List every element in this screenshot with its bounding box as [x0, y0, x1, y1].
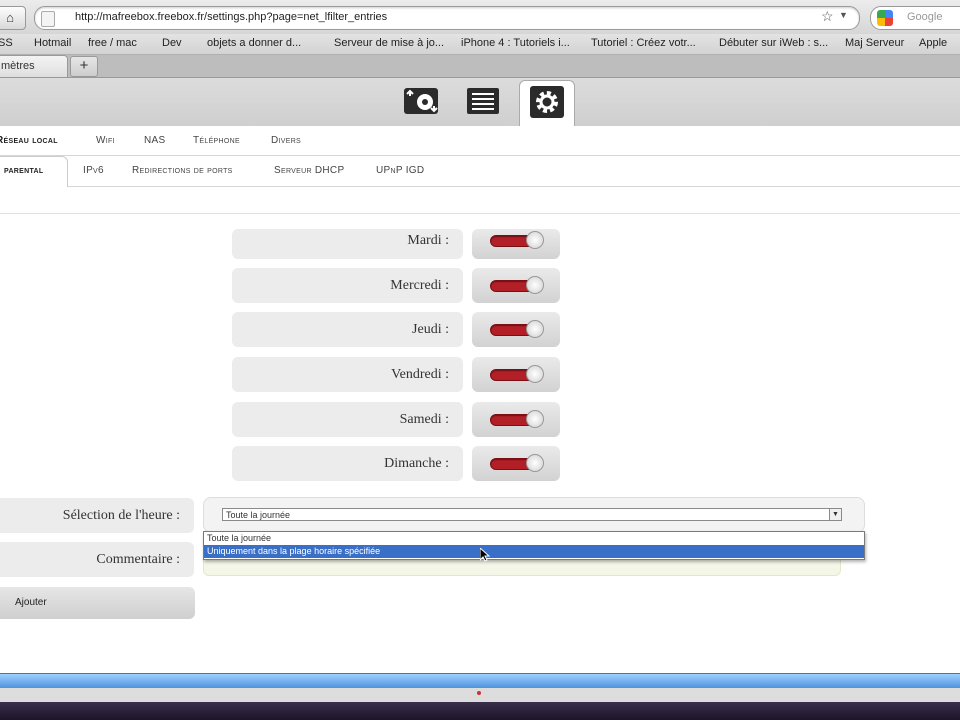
bookmark-item[interactable]: Débuter sur iWeb : s... — [719, 37, 828, 49]
comment-label: Commentaire : — [0, 542, 194, 577]
bookmark-star-icon[interactable]: ☆ — [821, 8, 834, 25]
tab-wifi[interactable]: Wifi — [96, 135, 115, 146]
day-label-dimanche: Dimanche : — [232, 446, 463, 481]
address-bar[interactable]: http://mafreebox.freebox.fr/settings.php… — [34, 6, 860, 30]
toggle-knob — [526, 454, 544, 472]
time-selection-dropdown: Toute la journée Uniquement dans la plag… — [203, 531, 865, 560]
status-dot-icon — [477, 691, 481, 695]
day-toggle-jeudi[interactable] — [472, 312, 560, 347]
downloads-icon[interactable] — [398, 82, 444, 122]
bookmark-item[interactable]: Maj Serveur — [845, 37, 904, 49]
bookmark-item[interactable]: Serveur de mise à jo... — [334, 37, 444, 49]
settings-tabs-primary: Réseau local Wifi NAS Téléphone Divers — [0, 126, 960, 156]
mouse-cursor-icon — [479, 546, 491, 567]
tab-serveur-dhcp[interactable]: Serveur DHCP — [274, 165, 344, 176]
bookmarks-bar: SS Hotmail free / mac Dev objets a donne… — [0, 34, 960, 55]
browser-tab[interactable]: mètres — [0, 55, 68, 77]
horizontal-scrollbar[interactable] — [0, 673, 960, 689]
toggle-knob — [526, 410, 544, 428]
content-header-band — [0, 187, 960, 214]
files-icon[interactable] — [460, 82, 506, 122]
time-selection-container: Toute la journée ▼ — [203, 497, 865, 533]
google-icon[interactable] — [877, 10, 893, 26]
bookmark-item[interactable]: Dev — [162, 37, 182, 49]
search-input[interactable]: Google — [870, 6, 960, 30]
settings-tabs-secondary: parental IPv6 Redirections de ports Serv… — [0, 156, 960, 187]
browser-toolbar: ⌂ http://mafreebox.freebox.fr/settings.p… — [0, 0, 960, 35]
day-toggle-dimanche[interactable] — [472, 446, 560, 481]
tab-redirections[interactable]: Redirections de ports — [132, 165, 233, 176]
bookmark-item[interactable]: Tutoriel : Créez votr... — [591, 37, 696, 49]
new-tab-button[interactable]: + — [70, 56, 98, 77]
select-value: Toute la journée — [226, 510, 291, 520]
day-label-jeudi: Jeudi : — [232, 312, 463, 347]
bookmark-item[interactable]: free / mac — [88, 37, 137, 49]
settings-gear-icon[interactable] — [519, 80, 575, 127]
toggle-knob — [526, 276, 544, 294]
toggle-knob — [526, 231, 544, 249]
day-label-mercredi: Mercredi : — [232, 268, 463, 303]
time-selection-select[interactable]: Toute la journée ▼ — [222, 508, 842, 521]
bookmark-item[interactable]: Hotmail — [34, 37, 71, 49]
status-strip — [0, 688, 960, 702]
time-selection-label: Sélection de l'heure : — [0, 498, 194, 533]
tab-upnp-igd[interactable]: UPnP IGD — [376, 165, 424, 176]
bookmark-item[interactable]: iPhone 4 : Tutoriels i... — [461, 37, 570, 49]
day-label-samedi: Samedi : — [232, 402, 463, 437]
day-toggle-vendredi[interactable] — [472, 357, 560, 392]
day-label-vendredi: Vendredi : — [232, 357, 463, 392]
toggle-knob — [526, 365, 544, 383]
section-icon-strip — [0, 78, 960, 127]
bookmark-item[interactable]: objets a donner d... — [207, 37, 301, 49]
tab-ipv6[interactable]: IPv6 — [83, 165, 104, 176]
desktop-background — [0, 702, 960, 720]
day-label-mardi: Mardi : — [232, 229, 463, 259]
home-icon[interactable]: ⌂ — [0, 6, 26, 30]
toggle-knob — [526, 320, 544, 338]
day-toggle-mardi[interactable] — [472, 229, 560, 259]
dropdown-option[interactable]: Toute la journée — [204, 532, 864, 545]
search-placeholder: Google — [907, 11, 943, 23]
chevron-down-icon[interactable]: ▼ — [839, 10, 848, 20]
tab-nas[interactable]: NAS — [144, 135, 165, 146]
bookmark-item[interactable]: SS — [0, 37, 13, 49]
tab-reseau-local[interactable]: Réseau local — [0, 135, 58, 146]
bookmark-item[interactable]: Apple — [919, 37, 947, 49]
browser-tab-bar: mètres + — [0, 55, 960, 78]
day-toggle-samedi[interactable] — [472, 402, 560, 437]
tab-controle-parental[interactable]: parental — [4, 165, 43, 176]
page-icon — [41, 11, 55, 27]
tab-divers[interactable]: Divers — [271, 135, 301, 146]
day-toggle-mercredi[interactable] — [472, 268, 560, 303]
add-button[interactable]: Ajouter — [0, 587, 195, 619]
url-text: http://mafreebox.freebox.fr/settings.php… — [75, 11, 388, 23]
chevron-down-icon[interactable]: ▼ — [829, 509, 841, 520]
dropdown-option-highlighted[interactable]: Uniquement dans la plage horaire spécifi… — [204, 545, 864, 558]
tab-telephone[interactable]: Téléphone — [193, 135, 240, 146]
